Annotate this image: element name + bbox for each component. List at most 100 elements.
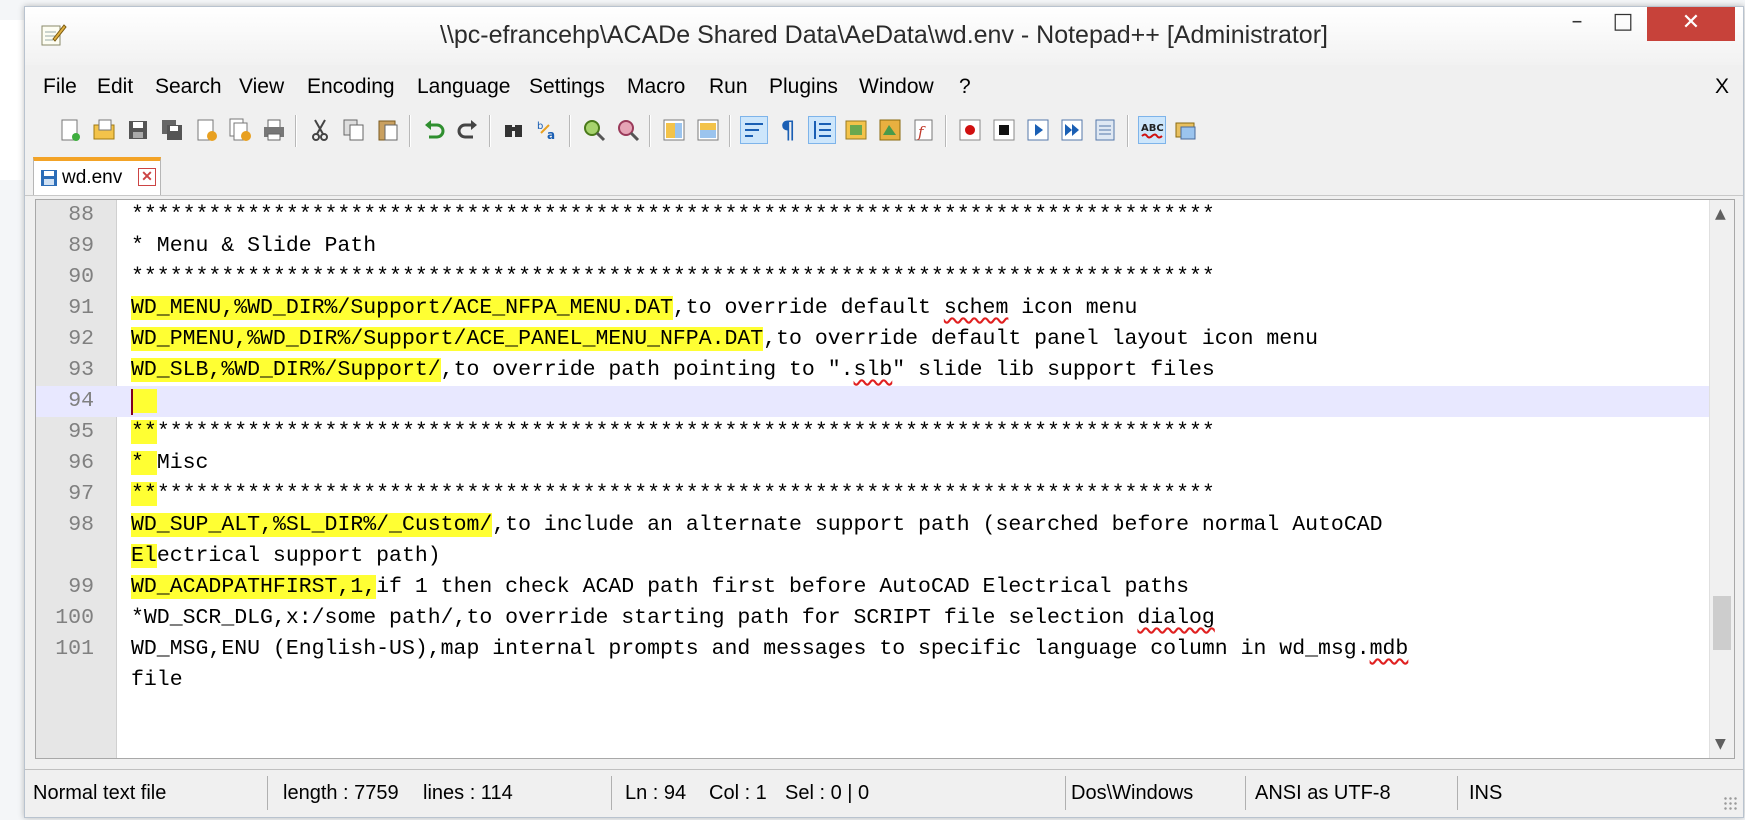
spell-settings-icon[interactable]: [1173, 117, 1199, 143]
code-line[interactable]: 101 WD_MSG,ENU (English-US),map internal …: [36, 634, 1712, 665]
code-line[interactable]: 100 *WD_SCR_DLG,x:/some path/,to override…: [36, 603, 1712, 634]
status-ln: Ln : 94: [625, 782, 687, 804]
menu-macro[interactable]: Macro: [627, 75, 685, 99]
redo-icon[interactable]: [455, 117, 481, 143]
save-all-icon[interactable]: [159, 117, 185, 143]
stop-record-icon[interactable]: [991, 117, 1017, 143]
code-line[interactable]: file: [36, 665, 1712, 696]
highlighted-text: [131, 389, 157, 413]
maximize-button[interactable]: □: [1601, 7, 1645, 41]
cut-icon[interactable]: [307, 117, 333, 143]
paste-icon[interactable]: [375, 117, 401, 143]
code-line[interactable]: 90 **************************************…: [36, 262, 1712, 293]
highlighted-text: WD_PMENU,: [131, 327, 248, 351]
menu-file[interactable]: File: [43, 75, 77, 99]
close-document-button[interactable]: X: [1715, 75, 1729, 99]
line-text: WD_ACADPATHFIRST,1,if 1 then check ACAD …: [131, 575, 1189, 599]
code-line[interactable]: 99 WD_ACADPATHFIRST,1,if 1 then check ACA…: [36, 572, 1712, 603]
code-line[interactable]: 95 **************************************…: [36, 417, 1712, 448]
tab-close-icon[interactable]: ✕: [138, 168, 156, 186]
tab-wd-env[interactable]: wd.env ✕: [33, 157, 161, 195]
show-all-chars-icon[interactable]: ¶: [775, 117, 801, 143]
run-macro-multiple-icon[interactable]: [1059, 117, 1085, 143]
code-line[interactable]: 89 * Menu & Slide Path: [36, 231, 1712, 262]
line-number: 95: [68, 420, 94, 444]
find-icon[interactable]: [501, 117, 527, 143]
menu-search[interactable]: Search: [155, 75, 222, 99]
text-caret: [131, 389, 133, 415]
sync-vertical-icon[interactable]: [661, 117, 687, 143]
notepadpp-window: \\pc-efrancehp\ACADe Shared Data\AeData\…: [24, 6, 1744, 818]
menu-help[interactable]: ?: [959, 75, 971, 99]
code-line[interactable]: 97 **************************************…: [36, 479, 1712, 510]
line-text: ****************************************…: [131, 203, 1215, 227]
tab-bar: wd.env ✕: [25, 153, 1743, 196]
status-encoding: ANSI as UTF-8: [1255, 782, 1391, 804]
toolbar-separator: [1127, 115, 1129, 147]
menu-encoding[interactable]: Encoding: [307, 75, 395, 99]
close-file-icon[interactable]: [193, 117, 219, 143]
resize-grip-icon[interactable]: [1723, 796, 1737, 810]
scrollbar-thumb[interactable]: [1713, 596, 1731, 650]
save-macro-icon[interactable]: [1093, 117, 1119, 143]
svg-text:ABC: ABC: [1141, 123, 1164, 134]
print-icon[interactable]: [261, 117, 287, 143]
new-file-icon[interactable]: [57, 117, 83, 143]
record-macro-icon[interactable]: [957, 117, 983, 143]
highlighted-text: *: [131, 451, 157, 475]
close-window-button[interactable]: ✕: [1647, 7, 1735, 41]
scroll-up-icon[interactable]: ▲: [1715, 206, 1726, 222]
menu-plugins[interactable]: Plugins: [769, 75, 838, 99]
toolbar-separator: [489, 115, 491, 147]
menu-settings[interactable]: Settings: [529, 75, 605, 99]
toolbar-separator: [409, 115, 411, 147]
spell-check-icon[interactable]: ABC: [1138, 116, 1166, 144]
minimize-button[interactable]: –: [1555, 7, 1599, 41]
code-line[interactable]: 93 WD_SLB,%WD_DIR%/Support/,to override p…: [36, 355, 1712, 386]
line-number: 94: [68, 389, 94, 413]
status-separator: [267, 776, 268, 810]
save-icon[interactable]: [125, 117, 151, 143]
sync-horizontal-icon[interactable]: [695, 117, 721, 143]
svg-text:a: a: [547, 128, 555, 142]
indent-guide-icon[interactable]: [808, 116, 836, 144]
doc-map-icon[interactable]: [877, 117, 903, 143]
menu-language[interactable]: Language: [417, 75, 510, 99]
status-length: length : 7759: [283, 782, 399, 804]
code-line[interactable]: 92 WD_PMENU,%WD_DIR%/Support/ACE_PANEL_ME…: [36, 324, 1712, 355]
zoom-in-icon[interactable]: [581, 117, 607, 143]
line-number: 98: [68, 513, 94, 537]
code-line[interactable]: 98 WD_SUP_ALT,%SL_DIR%/_Custom/,to includ…: [36, 510, 1712, 541]
play-macro-icon[interactable]: [1025, 117, 1051, 143]
replace-icon[interactable]: ba: [535, 117, 561, 143]
code-line[interactable]: 96 * Misc: [36, 448, 1712, 479]
close-icon: ✕: [1681, 10, 1701, 35]
menu-bar: File Edit Search View Encoding Language …: [25, 73, 1743, 103]
zoom-out-icon[interactable]: [615, 117, 641, 143]
line-number: 91: [68, 296, 94, 320]
copy-icon[interactable]: [341, 117, 367, 143]
scroll-down-icon[interactable]: ▼: [1715, 736, 1726, 752]
close-all-icon[interactable]: [227, 117, 253, 143]
menu-view[interactable]: View: [239, 75, 284, 99]
title-bar[interactable]: \\pc-efrancehp\ACADe Shared Data\AeData\…: [25, 7, 1743, 65]
vertical-scrollbar[interactable]: ▲ ▼: [1709, 200, 1734, 758]
open-file-icon[interactable]: [91, 117, 117, 143]
status-separator: [1065, 776, 1066, 810]
word-wrap-icon[interactable]: [740, 116, 768, 144]
line-text: ****************************************…: [131, 482, 1215, 506]
menu-window[interactable]: Window: [859, 75, 934, 99]
highlighted-text: WD_MENU,: [131, 296, 235, 320]
code-line[interactable]: 91 WD_MENU,%WD_DIR%/Support/ACE_NFPA_MENU…: [36, 293, 1712, 324]
function-list-icon[interactable]: f: [911, 117, 937, 143]
user-lang-icon[interactable]: [843, 117, 869, 143]
status-file-type: Normal text file: [33, 782, 167, 804]
menu-run[interactable]: Run: [709, 75, 748, 99]
menu-edit[interactable]: Edit: [97, 75, 133, 99]
code-line[interactable]: Electrical support path): [36, 541, 1712, 572]
editor-area[interactable]: 88 **************************************…: [35, 199, 1735, 759]
toolbar-separator: [295, 115, 297, 147]
code-line[interactable]: 94: [36, 386, 1712, 417]
undo-icon[interactable]: [421, 117, 447, 143]
code-line[interactable]: 88 **************************************…: [36, 200, 1712, 231]
